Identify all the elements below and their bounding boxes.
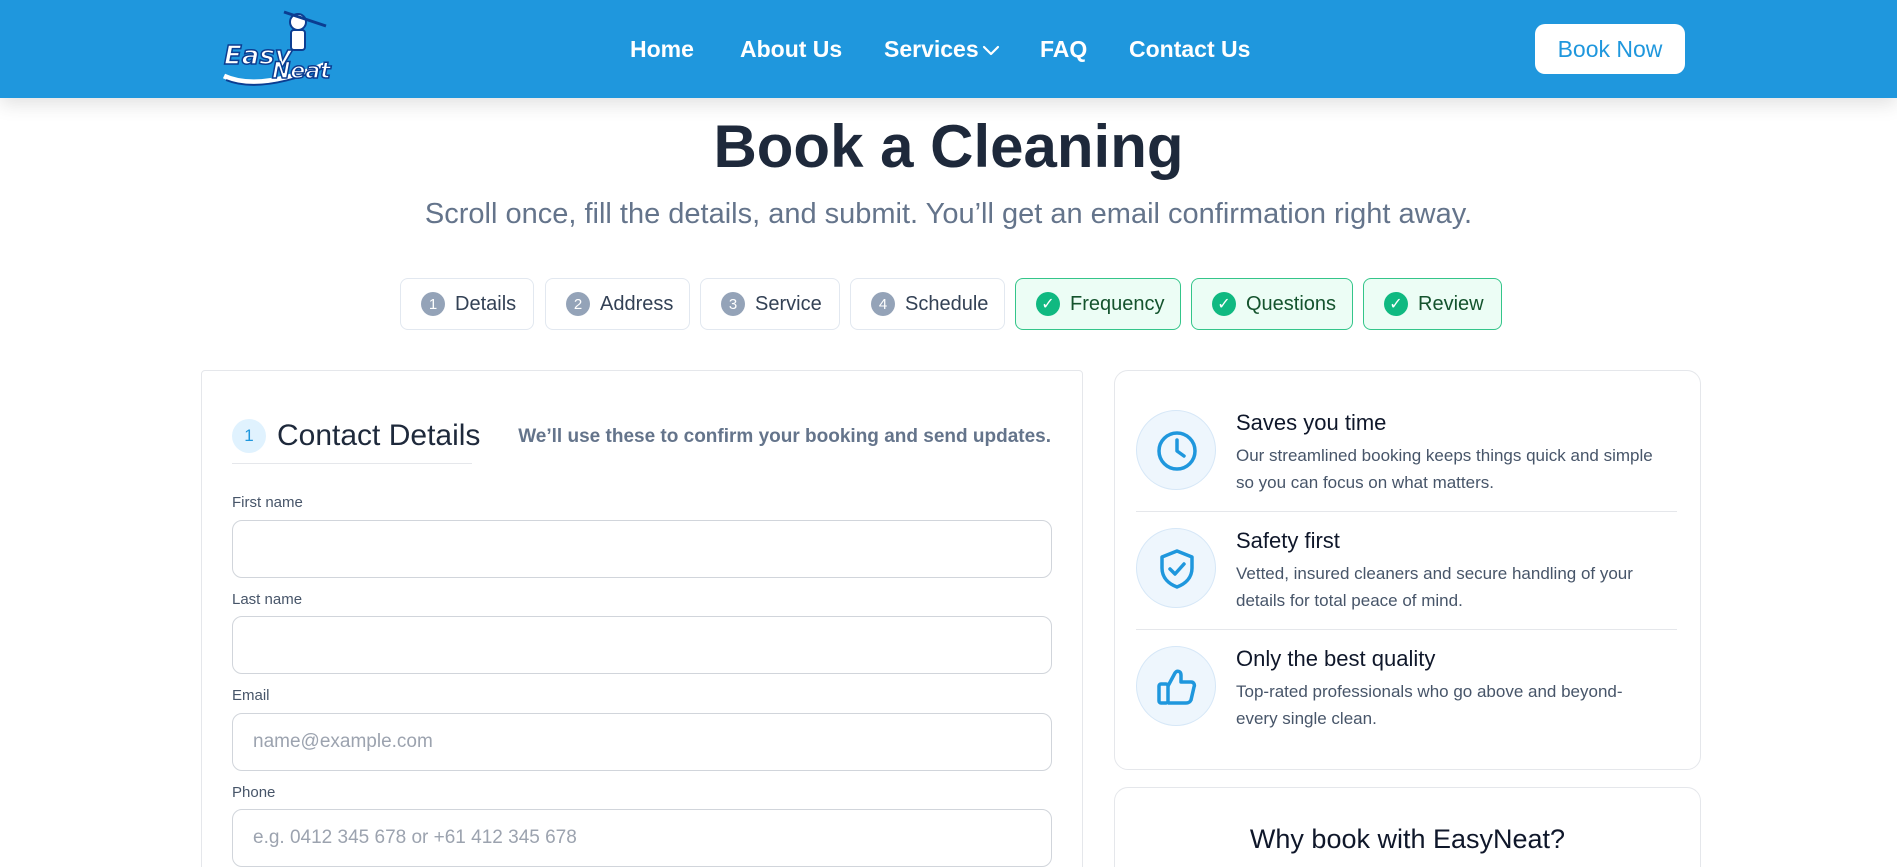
step-frequency[interactable]: ✓ Frequency	[1015, 278, 1181, 330]
section-divider	[232, 463, 472, 464]
step-number: 3	[721, 292, 745, 316]
last-name-label: Last name	[232, 591, 303, 608]
step-number: 2	[566, 292, 590, 316]
step-questions[interactable]: ✓ Questions	[1191, 278, 1353, 330]
check-icon: ✓	[1212, 292, 1236, 316]
step-service[interactable]: 3 Service	[700, 278, 840, 330]
step-number: 1	[421, 292, 445, 316]
chevron-down-icon[interactable]	[982, 44, 1000, 58]
feature-description: Our streamlined booking keeps things qui…	[1236, 446, 1653, 492]
nav-about-us[interactable]: About Us	[740, 36, 842, 63]
feature-title: Safety first	[1236, 528, 1340, 553]
email-input[interactable]	[232, 713, 1052, 771]
feature-best-quality: Only the best quality Top-rated professi…	[1136, 646, 1677, 746]
feature-safety-first: Safety first Vetted, insured cleaners an…	[1136, 528, 1677, 628]
step-number: 4	[871, 292, 895, 316]
why-book-title: Why book with EasyNeat?	[1249, 824, 1566, 854]
step-details[interactable]: 1 Details	[400, 278, 534, 330]
phone-input[interactable]	[232, 809, 1052, 867]
nav-contact-us[interactable]: Contact Us	[1129, 36, 1250, 63]
thumbs-up-icon	[1136, 646, 1216, 726]
section-number-badge: 1	[232, 419, 266, 453]
step-label: Service	[755, 292, 822, 315]
step-label: Frequency	[1070, 292, 1165, 315]
feature-title: Only the best quality	[1236, 646, 1436, 671]
nav-services[interactable]: Services	[884, 36, 979, 63]
shield-check-icon	[1136, 528, 1216, 608]
check-icon: ✓	[1384, 292, 1408, 316]
step-review[interactable]: ✓ Review	[1363, 278, 1502, 330]
page-subtitle: Scroll once, fill the details, and submi…	[424, 198, 1473, 230]
book-now-button[interactable]: Book Now	[1535, 24, 1685, 74]
first-name-input[interactable]	[232, 520, 1052, 578]
feature-divider	[1136, 511, 1677, 512]
step-label: Questions	[1246, 292, 1337, 315]
email-label: Email	[232, 687, 270, 704]
nav-home[interactable]: Home	[630, 36, 694, 63]
site-header: Easy Neat Home About Us Services FAQ Con…	[0, 0, 1897, 98]
nav-faq[interactable]: FAQ	[1040, 36, 1087, 63]
section-note: We’ll use these to confirm your booking …	[518, 426, 1051, 447]
step-label: Review	[1418, 292, 1484, 315]
feature-saves-time: Saves you time Our streamlined booking k…	[1136, 410, 1677, 510]
step-label: Address	[600, 292, 674, 315]
clock-icon	[1136, 410, 1216, 490]
section-title: Contact Details	[277, 419, 481, 452]
phone-label: Phone	[232, 784, 276, 801]
page-title: Book a Cleaning	[713, 113, 1184, 180]
feature-description: Vetted, insured cleaners and secure hand…	[1236, 564, 1633, 610]
step-schedule[interactable]: 4 Schedule	[850, 278, 1005, 330]
step-label: Schedule	[905, 292, 989, 315]
step-address[interactable]: 2 Address	[545, 278, 690, 330]
first-name-label: First name	[232, 494, 303, 511]
step-label: Details	[455, 292, 517, 315]
check-icon: ✓	[1036, 292, 1060, 316]
feature-title: Saves you time	[1236, 410, 1387, 435]
feature-divider	[1136, 629, 1677, 630]
last-name-input[interactable]	[232, 616, 1052, 674]
feature-description: Top-rated professionals who go above and…	[1236, 682, 1623, 728]
